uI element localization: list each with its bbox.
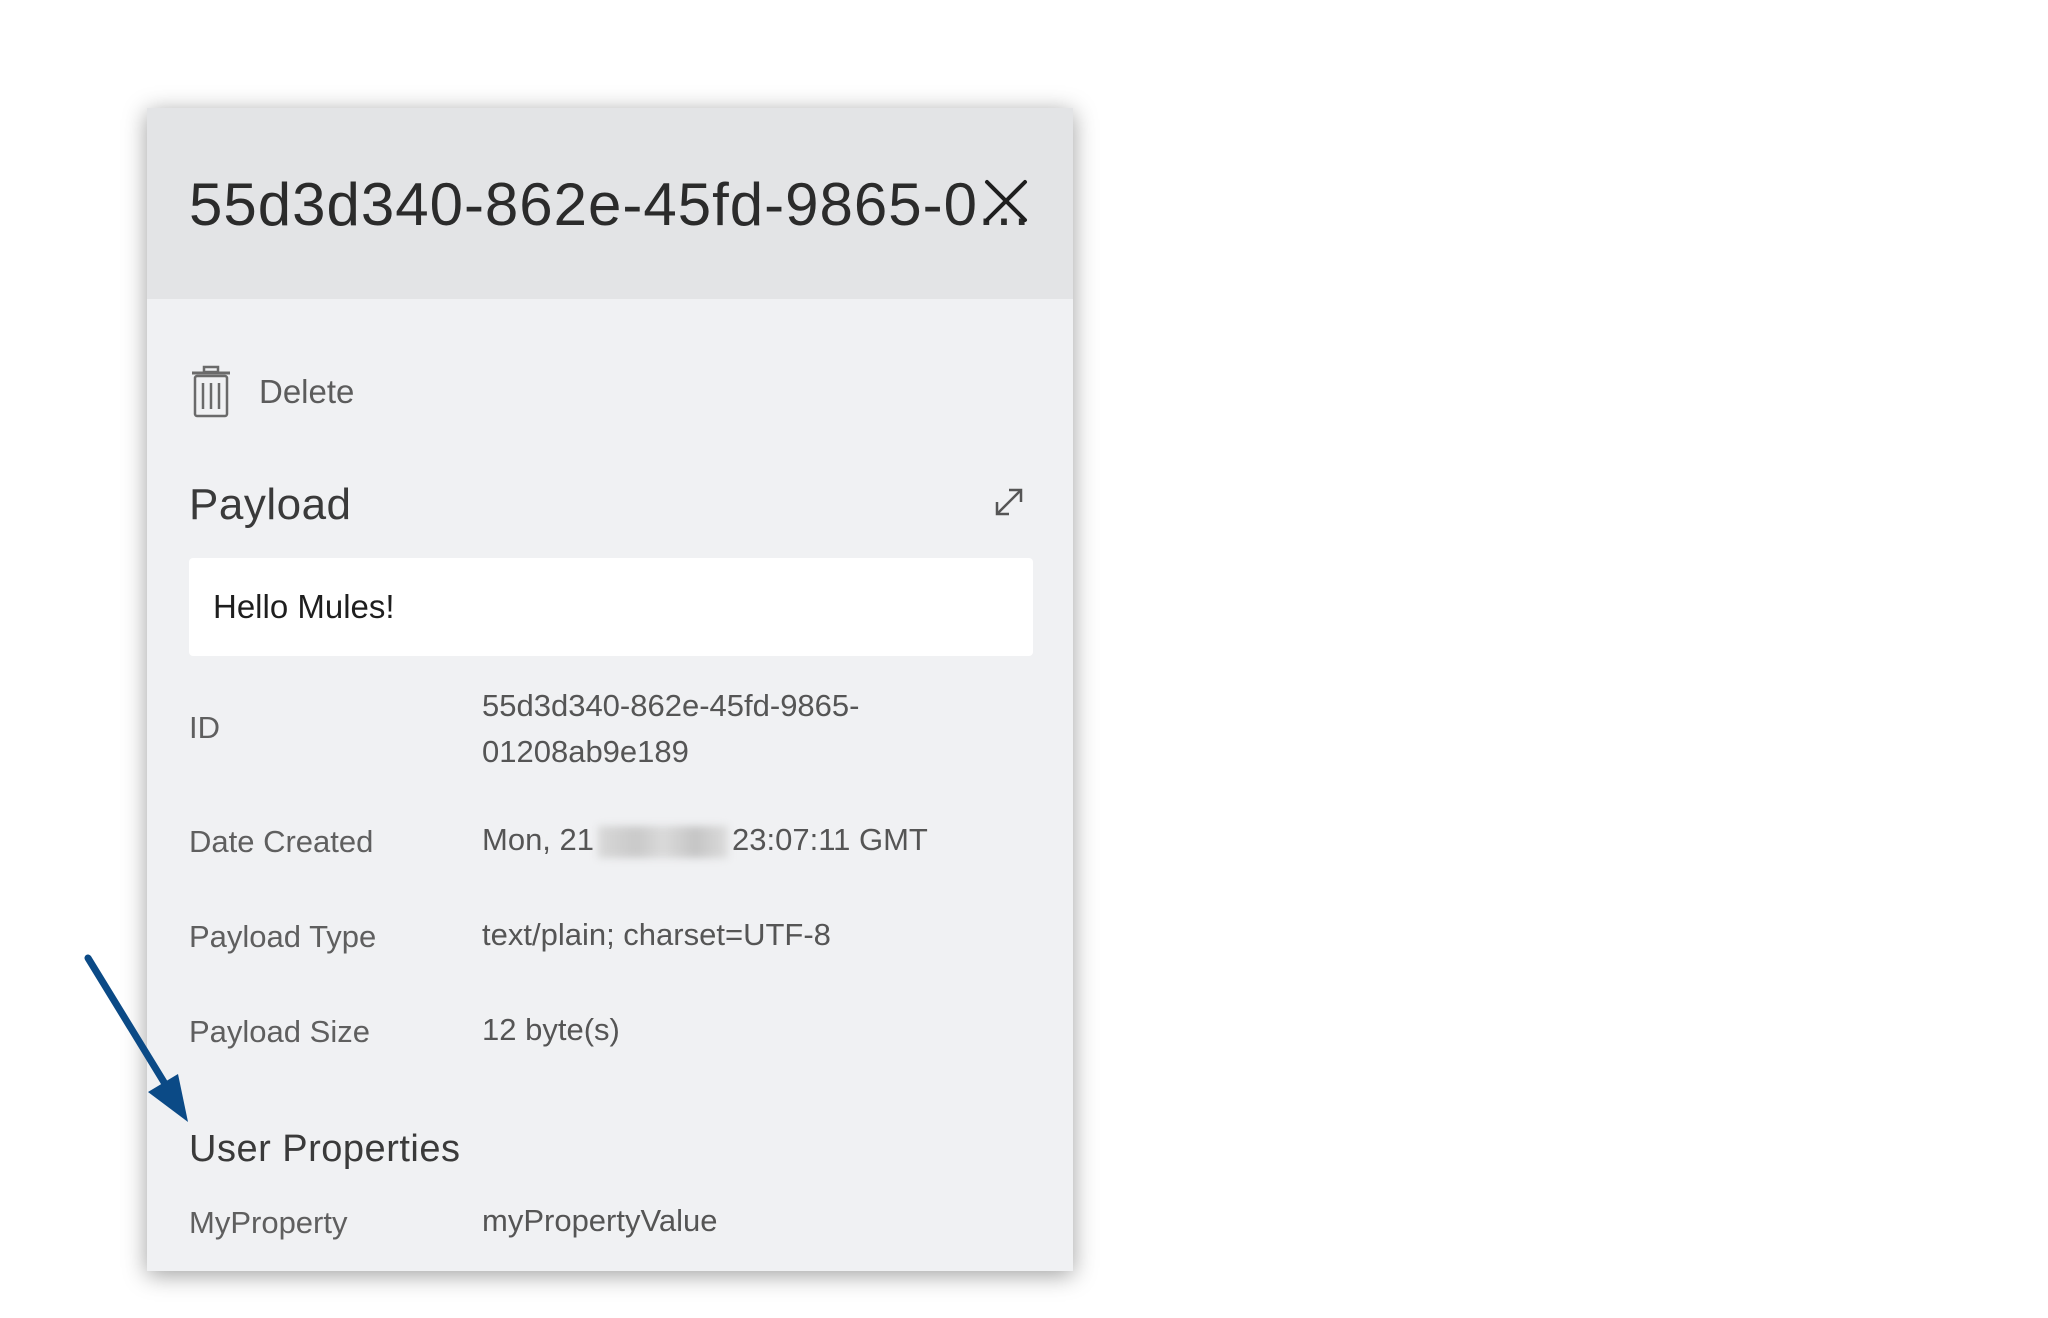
delete-label: Delete <box>259 373 355 410</box>
close-button[interactable] <box>979 174 1039 234</box>
date-created-suffix: 23:07:11 GMT <box>732 822 928 857</box>
message-detail-panel: 55d3d340-862e-45fd-9865-0... Delete Payl… <box>147 108 1073 1271</box>
date-created-value: Mon, 21 23:07:11 GMT <box>482 817 928 863</box>
close-icon <box>985 180 1027 222</box>
payload-size-label: Payload Size <box>189 1014 370 1049</box>
user-properties-heading: User Properties <box>189 1128 461 1170</box>
redacted-date <box>598 825 729 858</box>
payload-size-value: 12 byte(s) <box>482 1012 620 1047</box>
payload-type-label: Payload Type <box>189 919 377 954</box>
date-created-label: Date Created <box>189 824 374 859</box>
payload-content: Hello Mules! <box>213 588 395 625</box>
delete-button[interactable]: Delete <box>189 362 354 422</box>
panel-header: 55d3d340-862e-45fd-9865-0... <box>147 108 1073 299</box>
expand-button[interactable] <box>989 482 1029 522</box>
id-value-line2: 01208ab9e189 <box>482 734 689 769</box>
trash-icon <box>192 365 230 418</box>
user-property-name: MyProperty <box>189 1205 348 1240</box>
id-label: ID <box>189 710 220 745</box>
payload-heading: Payload <box>189 480 352 529</box>
payload-type-value: text/plain; charset=UTF-8 <box>482 917 831 952</box>
user-property-value: myPropertyValue <box>482 1203 718 1238</box>
panel-title: 55d3d340-862e-45fd-9865-0... <box>189 171 1031 238</box>
date-created-prefix: Mon, 21 <box>482 822 595 857</box>
id-value-line1: 55d3d340-862e-45fd-9865- <box>482 688 860 723</box>
expand-icon <box>995 488 1023 516</box>
payload-content-box[interactable]: Hello Mules! <box>189 558 1033 656</box>
id-value: 55d3d340-862e-45fd-9865- 01208ab9e189 <box>482 683 859 775</box>
